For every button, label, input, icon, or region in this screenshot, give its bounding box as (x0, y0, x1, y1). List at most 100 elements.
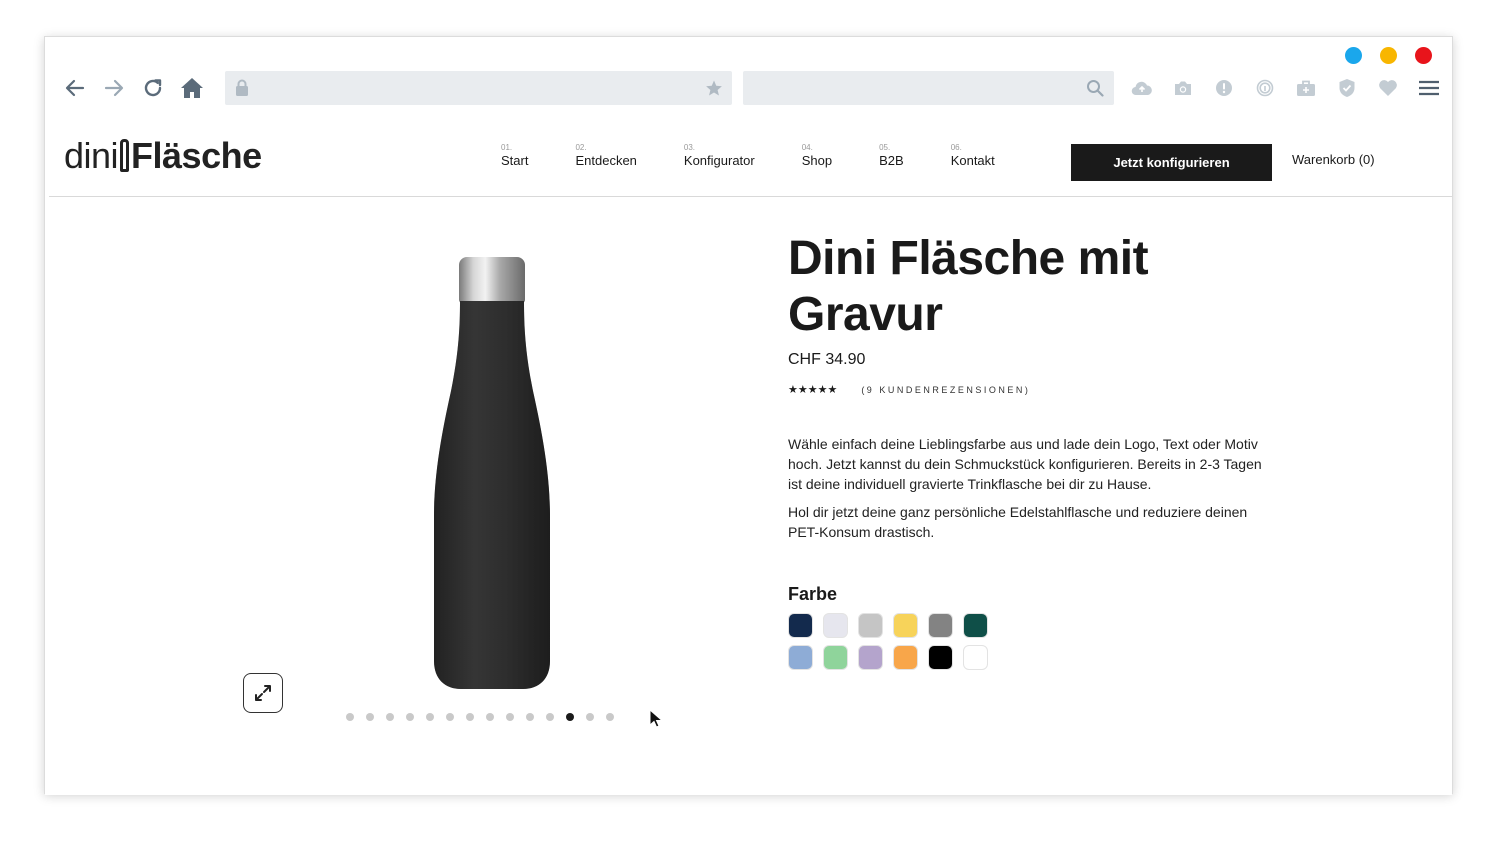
favorites-button[interactable] (1375, 75, 1401, 101)
nav-item-start[interactable]: 01. Start (501, 143, 528, 168)
menu-button[interactable] (1416, 75, 1442, 101)
lock-icon (236, 79, 248, 96)
gallery-dot[interactable] (606, 713, 614, 721)
nav-number: 04. (801, 143, 813, 152)
product-image (433, 257, 553, 689)
product-rating: ★★★★★ (9 KUNDENREZENSIONEN) (788, 383, 1268, 396)
color-swatch[interactable] (928, 645, 953, 670)
nav-item-kontakt[interactable]: 06. Kontakt (951, 143, 995, 168)
alert-button[interactable] (1211, 75, 1237, 101)
shield-check-icon (1339, 79, 1355, 97)
logo-bottle-icon (120, 139, 130, 172)
nav-number: 05. (879, 143, 891, 152)
back-arrow-icon (65, 79, 85, 97)
cart-link[interactable]: Warenkorb (0) (1292, 152, 1375, 167)
hamburger-menu-icon (1419, 80, 1439, 96)
nav-item-konfigurator[interactable]: 03. Konfigurator (684, 143, 755, 168)
product-price: CHF 34.90 (788, 351, 866, 368)
color-swatch[interactable] (893, 613, 918, 638)
search-bar[interactable] (743, 71, 1114, 105)
nav-number: 01. (501, 143, 513, 152)
nav-label: Shop (801, 153, 833, 168)
back-button[interactable] (60, 73, 90, 103)
reload-icon (144, 79, 162, 97)
expand-icon (255, 685, 271, 701)
nav-number: 06. (950, 143, 962, 152)
gallery-dot[interactable] (386, 713, 394, 721)
cloud-upload-button[interactable] (1129, 75, 1155, 101)
logo-part-dini: dini (64, 135, 119, 176)
gallery-dot[interactable] (526, 713, 534, 721)
reload-button[interactable] (138, 73, 168, 103)
color-swatch[interactable] (963, 613, 988, 638)
nav-label: B2B (879, 153, 904, 168)
gallery-dot[interactable] (346, 713, 354, 721)
main-navigation: 01. Start 02. Entdecken 03. Konfigurator… (501, 143, 1042, 168)
fullscreen-button[interactable] (243, 673, 283, 713)
site-header: dini Fläsche 01. Start 02. Entdecken 03. … (49, 125, 1452, 197)
heart-icon (1379, 80, 1397, 96)
forward-button[interactable] (99, 73, 129, 103)
cloud-upload-icon (1131, 81, 1152, 96)
description-paragraph: Hol dir jetzt deine ganz persönliche Ede… (788, 504, 1248, 540)
description-paragraph: Wähle einfach deine Lieblingsfarbe aus u… (788, 436, 1262, 492)
briefcase-icon (1297, 80, 1315, 96)
window-dot-yellow[interactable] (1380, 47, 1397, 64)
site-logo[interactable]: dini Fläsche (64, 135, 262, 177)
fingerprint-icon (1256, 79, 1274, 97)
home-button[interactable] (177, 73, 207, 103)
camera-button[interactable] (1170, 75, 1196, 101)
mouse-cursor-icon (649, 709, 663, 728)
gallery-dot[interactable] (366, 713, 374, 721)
forward-arrow-icon (104, 79, 124, 97)
nav-item-shop[interactable]: 04. Shop (802, 143, 832, 168)
nav-item-b2b[interactable]: 05. B2B (879, 143, 904, 168)
color-label: Farbe (788, 584, 838, 604)
color-swatch[interactable] (893, 645, 918, 670)
configure-now-button[interactable]: Jetzt konfigurieren (1071, 144, 1272, 181)
color-swatch[interactable] (858, 613, 883, 638)
browser-toolbar (45, 71, 1452, 107)
bottle-cap (459, 257, 525, 303)
star-icon[interactable] (705, 79, 723, 97)
gallery-dot[interactable] (406, 713, 414, 721)
rating-stars: ★★★★★ (788, 384, 838, 396)
nav-item-entdecken[interactable]: 02. Entdecken (575, 143, 636, 168)
color-swatch[interactable] (963, 645, 988, 670)
logo-part-flaesche: Fläsche (131, 135, 262, 176)
nav-number: 03. (683, 143, 696, 152)
camera-icon (1175, 81, 1191, 95)
color-swatch[interactable] (928, 613, 953, 638)
window-dot-red[interactable] (1415, 47, 1432, 64)
nav-label: Konfigurator (683, 153, 755, 168)
gallery-dot[interactable] (486, 713, 494, 721)
browser-window: dini Fläsche 01. Start 02. Entdecken 03. … (44, 36, 1453, 795)
product-description: Wähle einfach deine Lieblingsfarbe aus u… (788, 434, 1268, 542)
fingerprint-button[interactable] (1252, 75, 1278, 101)
shield-button[interactable] (1334, 75, 1360, 101)
gallery-pagination (346, 713, 614, 721)
gallery-dot[interactable] (426, 713, 434, 721)
briefcase-button[interactable] (1293, 75, 1319, 101)
home-icon (181, 78, 203, 98)
gallery-dot[interactable] (466, 713, 474, 721)
gallery-dot[interactable] (446, 713, 454, 721)
color-swatch[interactable] (858, 645, 883, 670)
url-bar[interactable] (225, 71, 732, 105)
nav-label: Start (501, 153, 529, 168)
gallery-dot[interactable] (586, 713, 594, 721)
window-controls (1345, 47, 1432, 64)
reviews-link[interactable]: (9 KUNDENREZENSIONEN) (861, 385, 1030, 395)
search-icon[interactable] (1086, 79, 1104, 97)
gallery-dot[interactable] (546, 713, 554, 721)
window-dot-blue[interactable] (1345, 47, 1362, 64)
page-bottom (45, 733, 1452, 795)
color-swatch[interactable] (788, 645, 813, 670)
nav-label: Entdecken (575, 153, 637, 168)
gallery-dot[interactable] (566, 713, 574, 721)
gallery-dot[interactable] (506, 713, 514, 721)
color-swatch[interactable] (823, 645, 848, 670)
color-swatch[interactable] (823, 613, 848, 638)
color-swatch[interactable] (788, 613, 813, 638)
alert-icon (1216, 80, 1232, 96)
